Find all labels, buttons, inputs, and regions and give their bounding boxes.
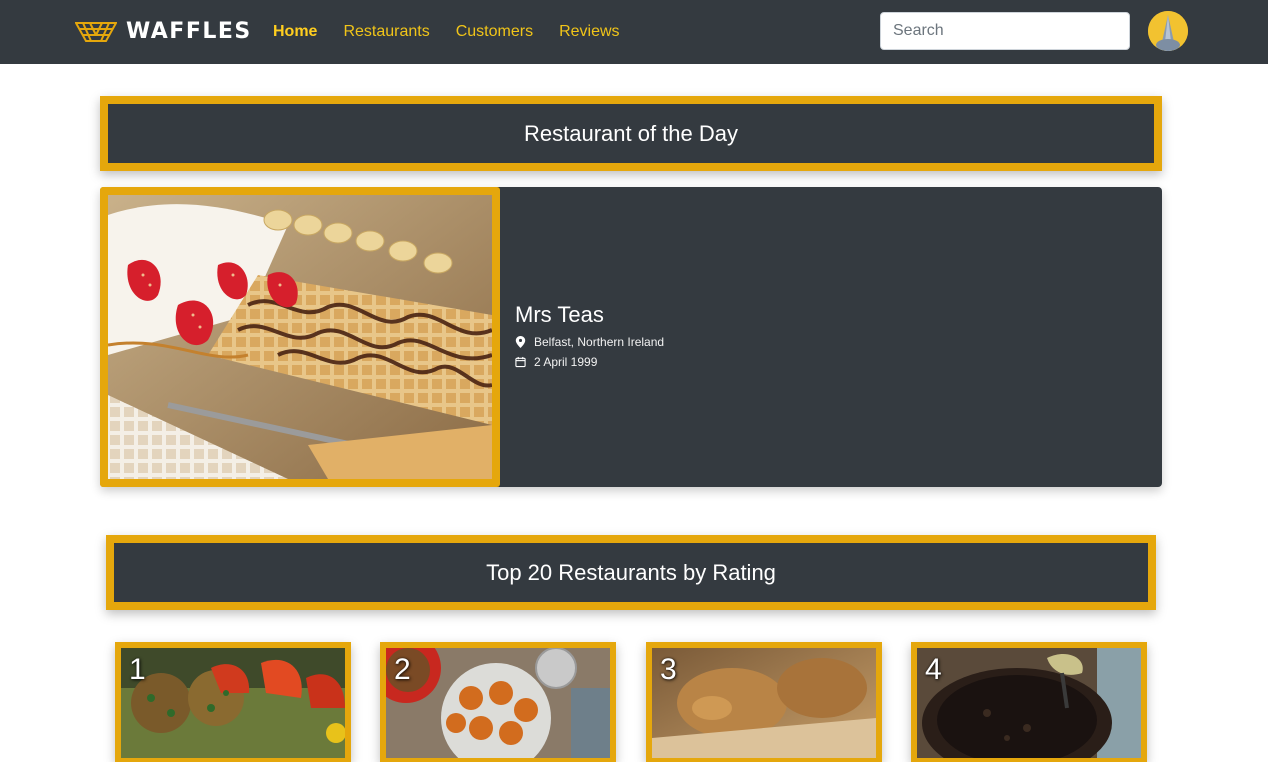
top-restaurants-header: Top 20 Restaurants by Rating [106, 535, 1156, 610]
nav-link-reviews[interactable]: Reviews [559, 21, 619, 43]
restaurant-photo-1 [121, 648, 345, 758]
restaurant-of-day-heading: Restaurant of the Day [523, 120, 738, 146]
featured-image-frame [100, 187, 500, 487]
navbar: WAFFLES Home Restaurants Customers Revie… [0, 0, 1268, 64]
top-restaurant-card-4[interactable]: 4 [911, 642, 1147, 762]
waffle-logo-icon [75, 22, 117, 42]
location-row: Belfast, Northern Ireland [515, 335, 664, 349]
waffles-photo [108, 195, 492, 479]
rank-number: 1 [129, 653, 146, 686]
nav-link-home[interactable]: Home [273, 21, 317, 43]
rank-number: 4 [925, 653, 942, 686]
map-pin-icon [515, 336, 526, 348]
brand-name: WAFFLES [126, 19, 252, 44]
top-restaurants-heading: Top 20 Restaurants by Rating [486, 559, 776, 585]
restaurant-photo-3 [652, 648, 876, 758]
restaurant-location: Belfast, Northern Ireland [534, 335, 665, 349]
restaurant-date: 2 April 1999 [534, 355, 598, 369]
restaurant-photo-2 [386, 648, 610, 758]
top-restaurant-card-2[interactable]: 2 [380, 642, 616, 762]
rank-number: 2 [394, 653, 411, 686]
nav-links: Home Restaurants Customers Reviews [273, 21, 646, 43]
user-avatar-icon [1148, 11, 1188, 51]
brand[interactable]: WAFFLES [75, 19, 252, 45]
nav-link-customers[interactable]: Customers [456, 21, 533, 43]
calendar-icon [515, 356, 526, 368]
top-restaurant-card-1[interactable]: 1 [115, 642, 351, 762]
top-restaurant-card-3[interactable]: 3 [646, 642, 882, 762]
featured-restaurant-card[interactable]: Mrs Teas Belfast, Northern Ireland 2 Apr… [100, 187, 1162, 487]
restaurant-photo-4 [917, 648, 1141, 758]
search-input[interactable] [880, 12, 1130, 50]
featured-details: Mrs Teas Belfast, Northern Ireland 2 Apr… [515, 301, 664, 369]
date-row: 2 April 1999 [515, 355, 664, 369]
restaurant-name[interactable]: Mrs Teas [515, 301, 664, 329]
restaurant-of-day-header: Restaurant of the Day [100, 96, 1162, 171]
avatar[interactable] [1148, 11, 1188, 51]
rank-number: 3 [660, 653, 677, 686]
nav-link-restaurants[interactable]: Restaurants [343, 21, 429, 43]
